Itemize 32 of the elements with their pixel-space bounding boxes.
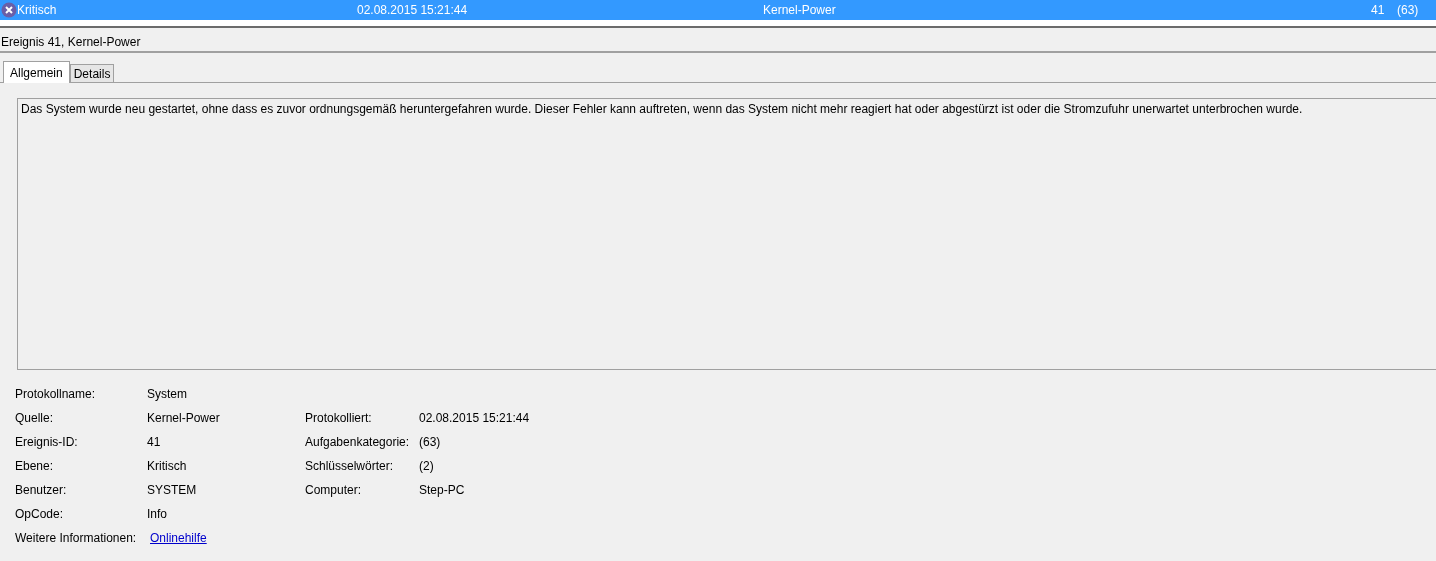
level-cell-text: Kritisch (17, 2, 57, 19)
task-category-cell-text: (63) (1397, 2, 1419, 19)
property-value: Kritisch (147, 458, 188, 475)
property-label: Computer: (305, 482, 363, 499)
property-label: Ebene: (15, 458, 55, 475)
description-text: Das System wurde neu gestartet, ohne dass es zuvor ordnungsgemäß heruntergefahren wurde. Dieser Fehler kann auftreten, wenn das System nicht mehr reagiert hat oder abgestürzt ist oder die Stromzufuhr unerwartet unterbrochen wurde. (17, 98, 1436, 370)
source-cell-text: Kernel-Power (763, 2, 836, 19)
property-label: Quelle: (15, 410, 55, 427)
property-value: (63) (419, 434, 441, 451)
property-label: Benutzer: (15, 482, 68, 499)
property-label: OpCode: (15, 506, 65, 523)
property-value: Step-PC (419, 482, 465, 499)
property-value: SYSTEM (147, 482, 198, 499)
property-label: Weitere Informationen: (15, 530, 138, 547)
tab[interactable]: Details (69, 64, 115, 82)
detail-title: Ereignis 41, Kernel-Power (0, 31, 1436, 53)
tab[interactable]: Allgemein (3, 61, 70, 83)
property-value: 02.08.2015 15:21:44 (419, 410, 530, 427)
help-link[interactable]: Onlinehilfe (150, 529, 308, 547)
property-label: Aufgabenkategorie: (305, 434, 411, 451)
date-cell-text: 02.08.2015 15:21:44 (357, 2, 468, 19)
event-id-cell-text: 41 (1371, 2, 1385, 19)
property-label: Protokollname: (15, 386, 97, 403)
property-value: System (147, 386, 188, 403)
property-label: Schlüsselwörter: (305, 458, 395, 475)
property-label: Ereignis-ID: (15, 434, 79, 451)
property-value: Info (147, 506, 168, 523)
property-label: Protokolliert: (305, 410, 373, 427)
error-icon (1, 2, 17, 18)
property-value: 41 (147, 434, 162, 451)
property-value: (2) (419, 458, 434, 475)
property-value: Kernel-Power (147, 410, 221, 427)
